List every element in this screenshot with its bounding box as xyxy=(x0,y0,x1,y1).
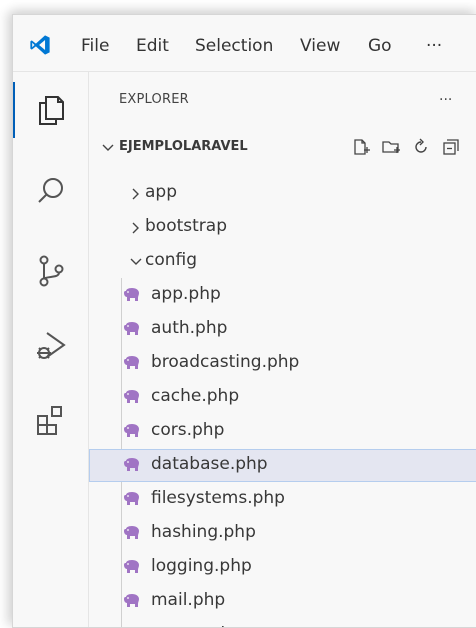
menu-view[interactable]: View xyxy=(300,15,340,71)
tree-item-label: auth.php xyxy=(151,318,228,338)
php-elephant-icon xyxy=(124,526,139,539)
php-elephant-icon xyxy=(124,356,139,369)
tree-file-row[interactable]: cors.php xyxy=(89,415,476,448)
php-elephant-icon xyxy=(124,424,139,437)
chevron-right-icon xyxy=(132,222,139,234)
vscode-window: File Edit Selection View Go ··· EXPLORER… xyxy=(12,14,476,628)
tree-file-row[interactable]: filesystems.php xyxy=(89,483,476,516)
title-bar: File Edit Selection View Go ··· xyxy=(13,15,476,72)
menu-file[interactable]: File xyxy=(81,15,109,71)
php-elephant-icon xyxy=(124,492,139,505)
menu-more-icon[interactable]: ··· xyxy=(426,15,442,71)
tree-file-row[interactable]: hashing.php xyxy=(89,517,476,550)
tree-item-label: app.php xyxy=(151,284,221,304)
chevron-right-icon xyxy=(132,188,139,200)
tree-item-label: mail.php xyxy=(151,590,226,610)
extensions-icon[interactable] xyxy=(32,402,70,440)
source-control-icon[interactable] xyxy=(32,252,70,290)
tree-file-row[interactable]: cache.php xyxy=(89,381,476,414)
collapse-all-icon[interactable] xyxy=(441,137,461,157)
menu-selection[interactable]: Selection xyxy=(195,15,273,71)
new-folder-icon[interactable] xyxy=(381,137,401,157)
tree-file-row[interactable]: broadcasting.php xyxy=(89,347,476,380)
tree-file-row[interactable]: queue.php xyxy=(89,619,476,627)
chevron-down-icon xyxy=(102,144,114,151)
activity-bar xyxy=(13,72,89,627)
php-elephant-icon xyxy=(124,390,139,403)
project-name: EJEMPLOLARAVEL xyxy=(119,139,248,154)
tree-item-label: bootstrap xyxy=(145,216,227,236)
tree-item-label: logging.php xyxy=(151,556,252,576)
tree-folder-bootstrap[interactable]: bootstrap xyxy=(89,211,476,244)
tree-file-row[interactable]: database.php xyxy=(89,449,476,482)
tree-file-row[interactable]: mail.php xyxy=(89,585,476,618)
tree-item-label: hashing.php xyxy=(151,522,256,542)
run-debug-icon[interactable] xyxy=(32,327,70,365)
explorer-sidebar: EXPLORER ··· EJEMPLOLARAVEL app bootstra… xyxy=(89,72,476,627)
php-elephant-icon xyxy=(124,458,139,471)
tree-file-row[interactable]: auth.php xyxy=(89,313,476,346)
new-file-icon[interactable] xyxy=(351,137,371,157)
tree-item-label: database.php xyxy=(151,454,268,474)
tree-item-label: cache.php xyxy=(151,386,240,406)
tree-item-label: queue.php xyxy=(151,624,242,627)
refresh-icon[interactable] xyxy=(411,137,431,157)
tree-folder-app[interactable]: app xyxy=(89,177,476,210)
tree-item-label: app xyxy=(145,182,177,202)
tree-file-row[interactable]: app.php xyxy=(89,279,476,312)
explorer-files-icon[interactable] xyxy=(32,91,70,129)
chevron-down-icon xyxy=(130,258,142,265)
menu-edit[interactable]: Edit xyxy=(136,15,169,71)
tree-item-label: config xyxy=(145,250,198,270)
explorer-more-icon[interactable]: ··· xyxy=(439,92,452,108)
php-elephant-icon xyxy=(124,322,139,335)
search-icon[interactable] xyxy=(32,173,70,211)
tree-file-row[interactable]: logging.php xyxy=(89,551,476,584)
tree-item-label: filesystems.php xyxy=(151,488,285,508)
php-elephant-icon xyxy=(124,288,139,301)
php-elephant-icon xyxy=(124,594,139,607)
project-section-header[interactable]: EJEMPLOLARAVEL xyxy=(89,134,476,164)
explorer-title: EXPLORER xyxy=(119,92,189,107)
tree-item-label: broadcasting.php xyxy=(151,352,300,372)
tree-item-label: cors.php xyxy=(151,420,225,440)
menu-go[interactable]: Go xyxy=(368,15,392,71)
active-view-indicator xyxy=(13,82,15,138)
tree-folder-config[interactable]: config xyxy=(89,245,476,278)
php-elephant-icon xyxy=(124,560,139,573)
vscode-logo-icon xyxy=(30,35,50,55)
